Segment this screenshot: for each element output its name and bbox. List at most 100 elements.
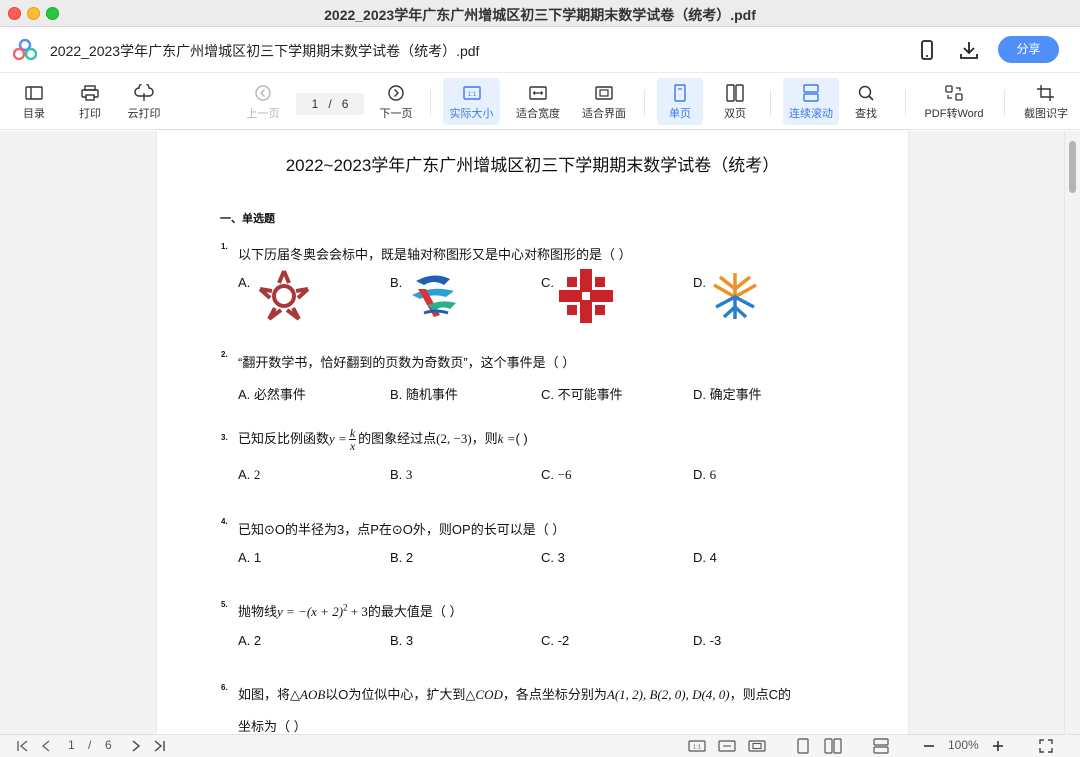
single-page-small-icon[interactable] bbox=[796, 738, 810, 754]
scrollbar-thumb[interactable] bbox=[1069, 141, 1076, 193]
page-current: 1 bbox=[311, 97, 319, 111]
double-page-button[interactable]: 双页 bbox=[713, 78, 757, 125]
option-a: A. bbox=[238, 275, 251, 290]
fit-page-button[interactable]: 适合界面 bbox=[578, 78, 630, 125]
double-page-small-icon[interactable] bbox=[824, 738, 842, 754]
q3-mid: 的图象经过点 bbox=[358, 430, 437, 446]
toolbar-divider bbox=[430, 90, 431, 116]
status-page-current[interactable]: 1 bbox=[68, 738, 75, 754]
q3-y-eq: y = bbox=[329, 430, 347, 446]
option-b-prefix: B. bbox=[390, 467, 406, 482]
option-b: B. 2 bbox=[390, 550, 414, 565]
olympic-emblem-b-icon bbox=[412, 275, 456, 317]
question-number: 1. bbox=[221, 242, 228, 251]
pdf-to-word-button[interactable]: PDF转Word bbox=[919, 78, 989, 125]
last-page-icon[interactable] bbox=[152, 738, 166, 754]
question-number: 2. bbox=[221, 350, 228, 359]
actual-size-small-icon[interactable]: 1:1 bbox=[688, 738, 706, 754]
fullscreen-icon[interactable] bbox=[1038, 738, 1054, 754]
option-a: A. 必然事件 bbox=[238, 387, 306, 402]
fit-page-label: 适合界面 bbox=[582, 108, 626, 120]
question-number: 4. bbox=[221, 517, 228, 526]
status-page-separator: / bbox=[88, 738, 92, 752]
q3-comma: ，则 bbox=[471, 430, 498, 446]
print-button[interactable]: 打印 bbox=[70, 78, 110, 125]
option-c: C. bbox=[541, 275, 554, 290]
option-b-value: 3 bbox=[405, 467, 413, 482]
next-page-button[interactable]: 下一页 bbox=[376, 78, 416, 125]
svg-text:1:1: 1:1 bbox=[693, 745, 701, 751]
toolbar-divider bbox=[770, 90, 771, 116]
pdf-to-word-label: PDF转Word bbox=[924, 108, 984, 120]
fit-width-button[interactable]: 适合宽度 bbox=[512, 78, 564, 125]
question-number: 3. bbox=[221, 433, 228, 442]
cloud-print-label: 云打印 bbox=[127, 108, 161, 120]
toc-button[interactable]: 目录 bbox=[14, 78, 54, 125]
window-title: 2022_2023学年广东广州增城区初三下学期期末数学试卷（统考）.pdf bbox=[324, 7, 756, 23]
next-page-icon[interactable] bbox=[130, 738, 142, 754]
option-c: C. -2 bbox=[541, 633, 570, 648]
fit-width-icon bbox=[529, 86, 547, 100]
fit-width-small-icon[interactable] bbox=[718, 738, 736, 754]
question-text-continued: 坐标为（ ） bbox=[238, 719, 307, 734]
continuous-scroll-small-icon[interactable] bbox=[872, 738, 890, 754]
option-b: B. bbox=[390, 275, 403, 290]
search-icon bbox=[858, 85, 874, 101]
continuous-scroll-label: 连续滚动 bbox=[789, 108, 833, 120]
option-d: D. 6 bbox=[693, 467, 716, 483]
zoom-in-icon[interactable] bbox=[991, 738, 1005, 754]
question-text: 已知反比例函数y = k x 的图象经过点(2, −3)，则k =( ) bbox=[238, 427, 528, 452]
olympic-emblem-c-icon bbox=[559, 269, 613, 323]
page-separator: / bbox=[328, 97, 332, 111]
q6-pre: 如图，将 bbox=[238, 687, 291, 702]
zoom-out-icon[interactable] bbox=[922, 738, 936, 754]
single-page-button[interactable]: 单页 bbox=[657, 78, 703, 125]
pdf-to-word-icon bbox=[945, 85, 963, 101]
download-icon[interactable] bbox=[958, 39, 980, 61]
option-b: B. 随机事件 bbox=[390, 387, 458, 402]
continuous-scroll-button[interactable]: 连续滚动 bbox=[783, 78, 839, 125]
vertical-scrollbar[interactable] bbox=[1064, 131, 1080, 734]
actual-size-button[interactable]: 1:1 实际大小 bbox=[443, 78, 500, 125]
q3-point: (2, −3) bbox=[436, 430, 472, 446]
document-viewer[interactable]: 2022~2023学年广东广州增城区初三下学期期末数学试卷（统考） 一、单选题 … bbox=[0, 131, 1080, 734]
section-heading: 一、单选题 bbox=[220, 213, 275, 225]
q5-expr: y = −(x + 2) bbox=[277, 604, 344, 619]
q6-tri1: △AOB bbox=[290, 687, 326, 702]
olympic-emblem-a-icon bbox=[258, 270, 310, 321]
question-text: 以下历届冬奥会会标中，既是轴对称图形又是中心对称图形的是（ ） bbox=[238, 247, 632, 262]
q3-post: ( ) bbox=[515, 430, 528, 446]
option-a: A. 2 bbox=[238, 633, 262, 648]
q3-frac-den: x bbox=[349, 439, 356, 453]
first-page-icon[interactable] bbox=[16, 738, 30, 754]
next-page-label: 下一页 bbox=[379, 108, 413, 120]
double-page-icon bbox=[726, 84, 744, 102]
cloud-print-button[interactable]: 云打印 bbox=[122, 78, 166, 125]
option-a: A. 2 bbox=[238, 467, 260, 483]
toolbar: 目录 打印 云打印 上一页 1 / 6 下一页 1:1 实际大小 适合宽度 适合… bbox=[0, 74, 1080, 130]
toolbar-divider bbox=[1004, 90, 1005, 116]
zoom-level[interactable]: 100% bbox=[948, 738, 979, 754]
option-d: D. 确定事件 bbox=[693, 387, 762, 402]
crop-icon bbox=[1037, 85, 1054, 101]
share-button[interactable]: 分享 bbox=[998, 36, 1059, 63]
prev-page-button[interactable]: 上一页 bbox=[243, 78, 283, 125]
toc-label: 目录 bbox=[23, 108, 45, 120]
search-button[interactable]: 查找 bbox=[847, 78, 885, 125]
chevron-left-circle-icon bbox=[255, 85, 271, 101]
page-number-input[interactable]: 1 / 6 bbox=[296, 93, 364, 115]
page-total: 6 bbox=[341, 97, 349, 111]
option-c: C. −6 bbox=[541, 467, 571, 483]
option-c-value: −6 bbox=[557, 467, 572, 482]
question-number: 6. bbox=[221, 683, 228, 692]
paper-title: 2022~2023学年广东广州增城区初三下学期期末数学试卷（统考） bbox=[285, 156, 780, 175]
option-b: B. 3 bbox=[390, 633, 414, 648]
prev-page-icon[interactable] bbox=[40, 738, 52, 754]
fit-page-small-icon[interactable] bbox=[748, 738, 766, 754]
ocr-button[interactable]: 截图识字 bbox=[1018, 78, 1074, 125]
q3-k-eq: k = bbox=[497, 430, 516, 446]
phone-icon[interactable] bbox=[916, 39, 938, 61]
ocr-label: 截图识字 bbox=[1024, 108, 1068, 120]
q6-mid1: 以O为位似中心，扩大到 bbox=[325, 687, 466, 702]
option-c: C. 3 bbox=[541, 550, 565, 565]
